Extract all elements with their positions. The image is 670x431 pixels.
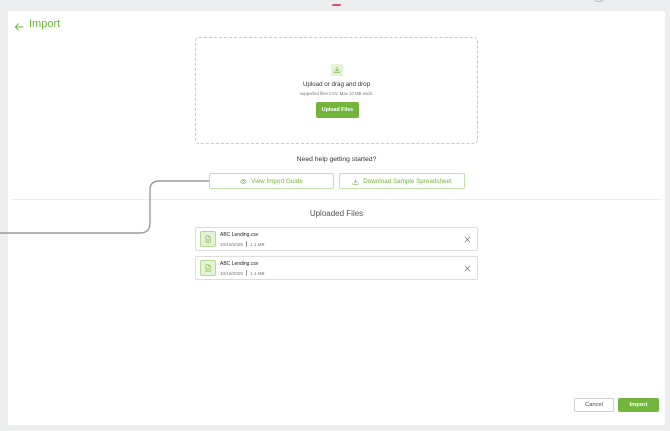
meta-separator [246, 270, 247, 276]
file-dropzone[interactable]: Upload or drag and drop supported files … [195, 37, 478, 144]
top-nav-active-indicator [332, 4, 341, 6]
file-list-item: ABC Lending.csv 10/19/2025 1.1 MB [195, 256, 478, 280]
view-import-guide-button[interactable]: View Import Guide [209, 173, 334, 189]
import-panel: Import Upload or drag and drop supported… [8, 11, 665, 425]
eye-icon [240, 178, 247, 184]
file-list-item: ABC Lending.csv 10/19/2025 1.1 MB [195, 227, 478, 251]
download-sample-label: Download Sample Spreadsheet [363, 177, 452, 185]
section-divider [12, 199, 662, 200]
dropzone-title: Upload or drag and drop [302, 81, 371, 88]
close-icon[interactable] [464, 265, 471, 272]
download-tray-icon [331, 64, 343, 76]
uploaded-files-title: Uploaded Files [309, 209, 364, 218]
file-size: 1.1 MB [250, 241, 265, 247]
upload-files-button[interactable]: Upload Files [316, 102, 359, 118]
arrow-left-icon[interactable] [14, 19, 24, 31]
dropzone-subtitle: supported files CSV. Max 10 MB each. [299, 91, 374, 96]
help-title: Need help getting started? [296, 156, 377, 163]
view-import-guide-label: View Import Guide [251, 177, 303, 185]
avatar[interactable] [592, 0, 606, 2]
file-meta: 10/19/2025 1.1 MB [220, 270, 265, 276]
file-name: ABC Lending.csv [220, 232, 259, 238]
file-date: 10/19/2025 [220, 270, 243, 276]
import-button[interactable]: Import [618, 398, 659, 412]
page-title: Import [29, 18, 61, 30]
file-name: ABC Lending.csv [220, 261, 259, 267]
meta-separator [246, 241, 247, 247]
file-size: 1.1 MB [250, 270, 265, 276]
file-icon [200, 231, 216, 247]
close-icon[interactable] [464, 236, 471, 243]
file-meta: 10/19/2025 1.1 MB [220, 241, 265, 247]
cancel-button[interactable]: Cancel [574, 398, 614, 412]
file-date: 10/19/2025 [220, 241, 243, 247]
download-icon [352, 177, 359, 185]
file-icon [200, 260, 216, 276]
download-sample-button[interactable]: Download Sample Spreadsheet [339, 173, 465, 189]
page-header: Import [14, 17, 60, 31]
